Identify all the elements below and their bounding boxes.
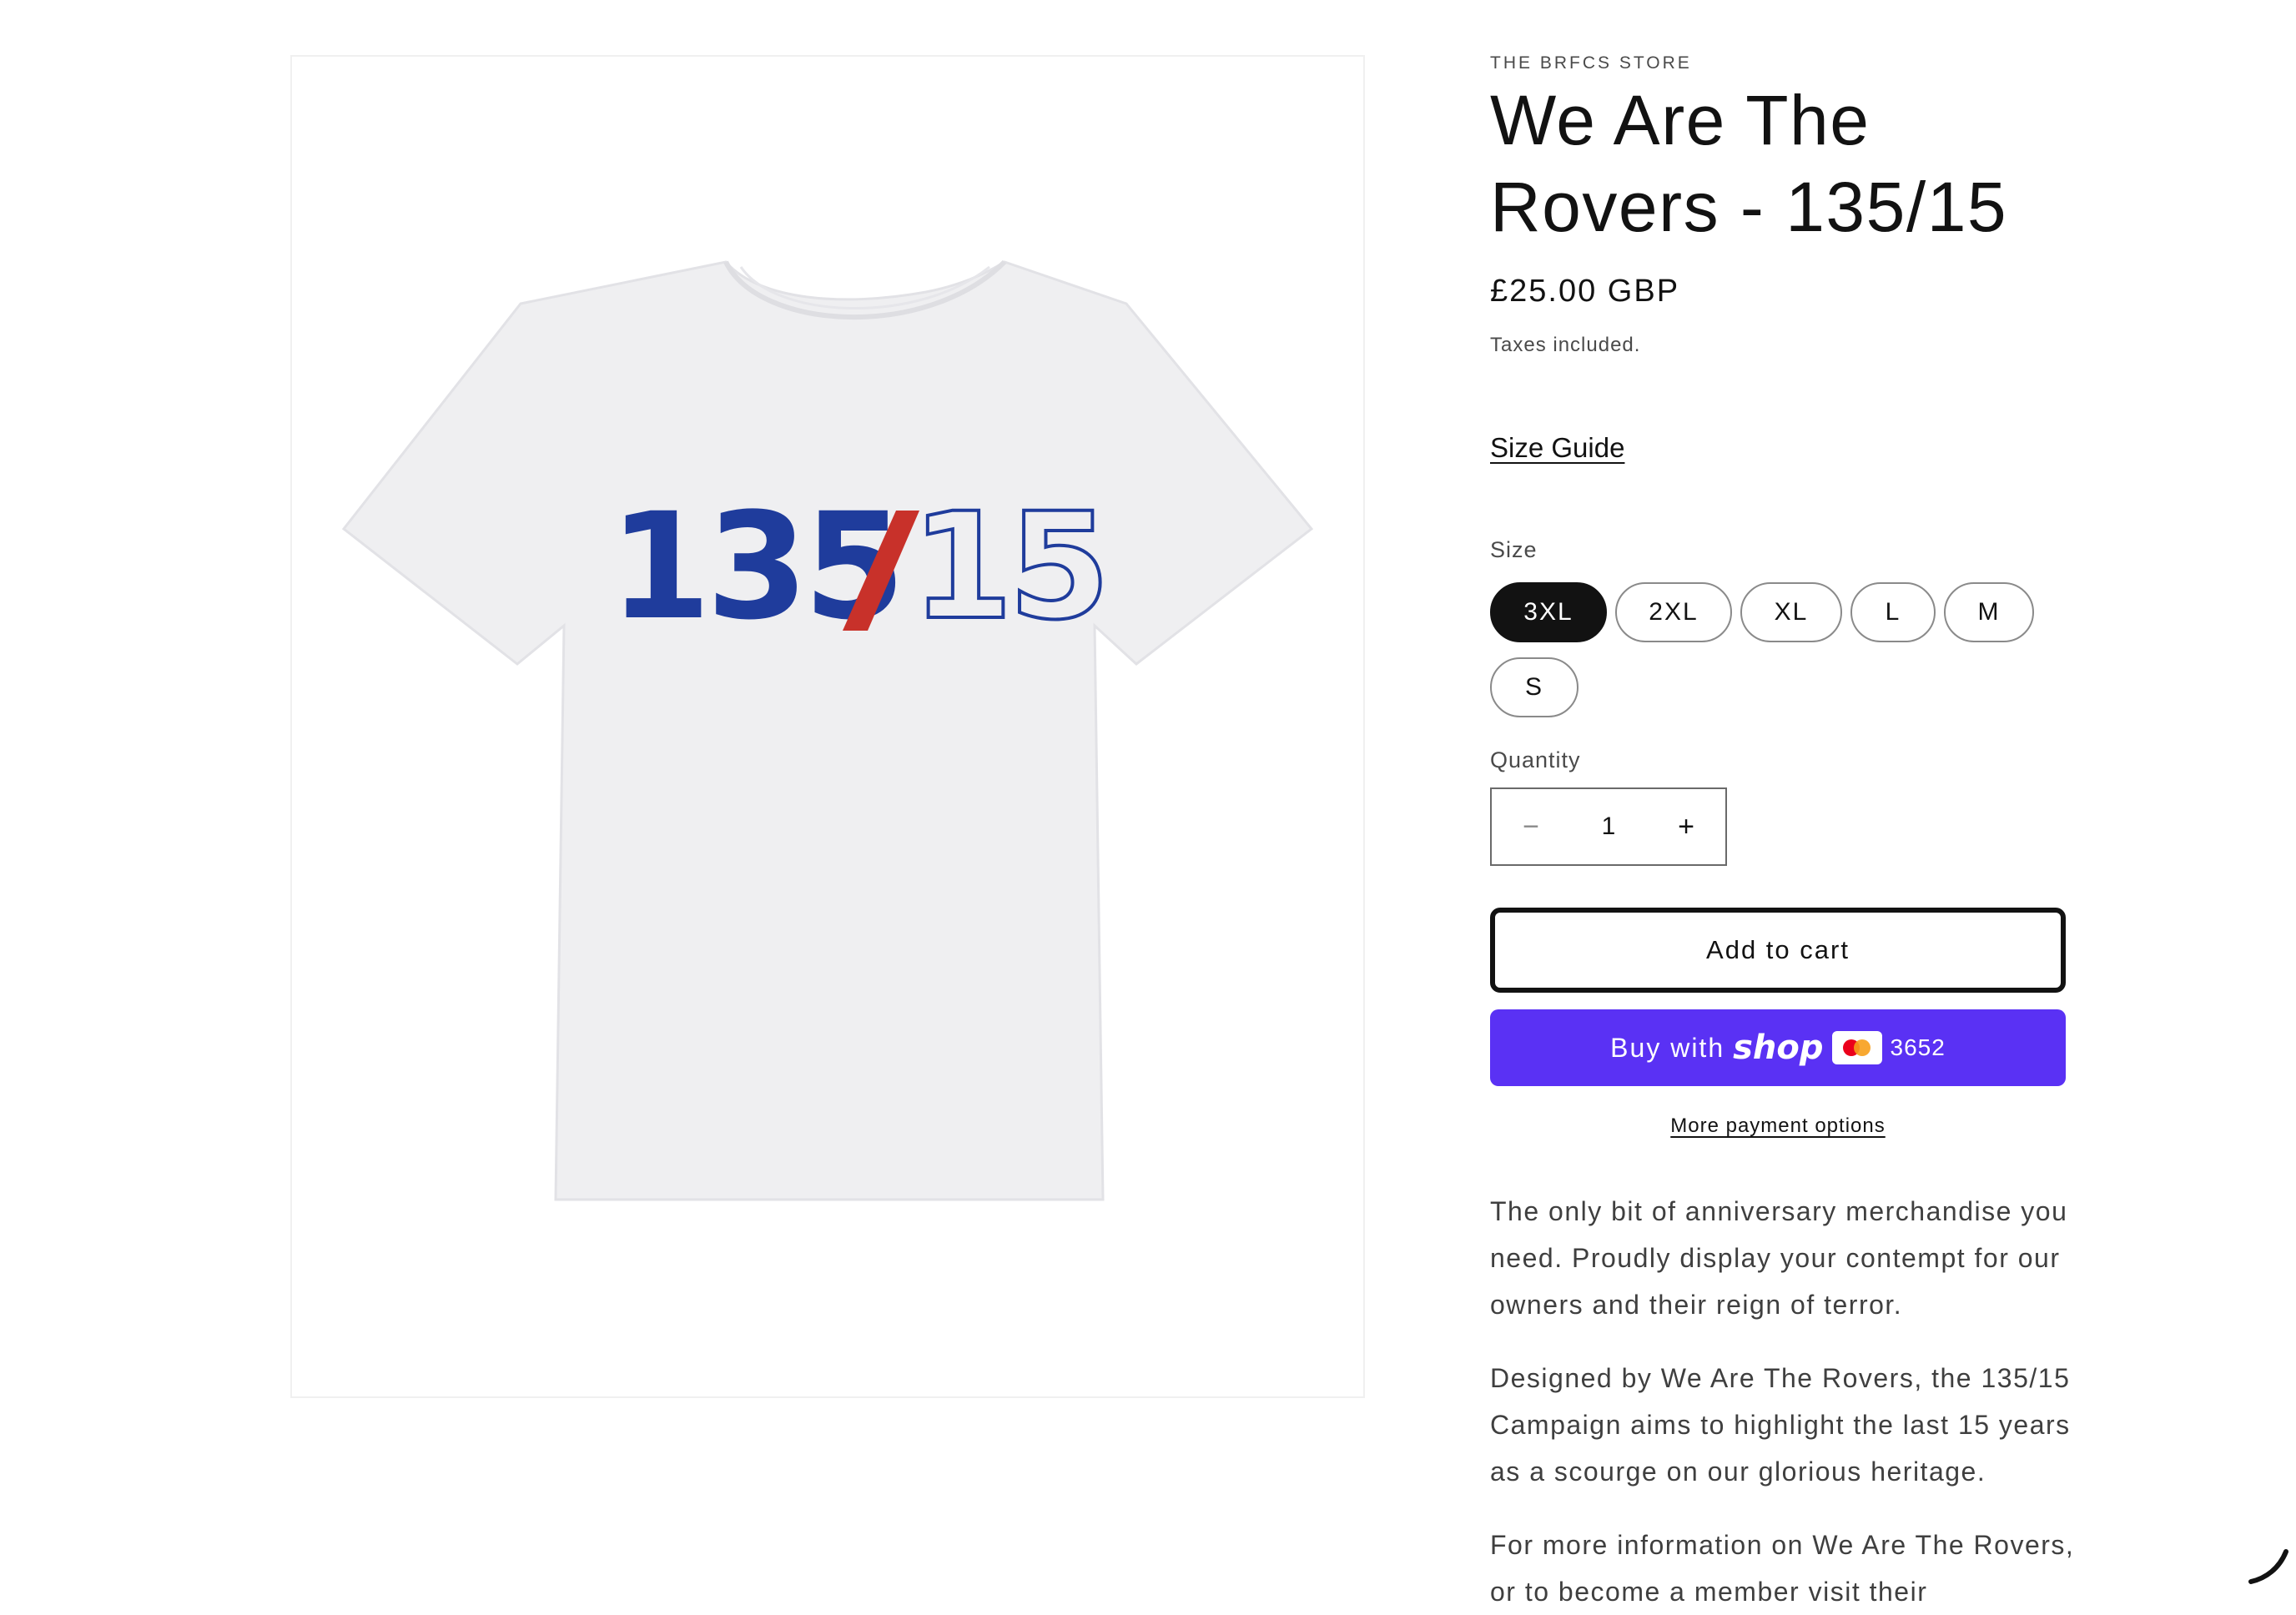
size-option-m[interactable]: M (1944, 582, 2034, 642)
vendor-name: THE BRFCS STORE (1490, 53, 1692, 73)
quantity-label: Quantity (1490, 747, 1581, 772)
size-option-xl[interactable]: XL (1740, 582, 1842, 642)
shop-pay-logo: shop (1733, 1029, 1824, 1067)
card-last4: 3652 (1890, 1034, 1946, 1060)
size-label: Size (1490, 537, 1538, 562)
buy-with-label: Buy with (1610, 1032, 1725, 1063)
quantity-stepper: − 1 + (1490, 787, 1727, 866)
size-option-2xl[interactable]: 2XL (1615, 582, 1732, 642)
description-paragraph: Designed by We Are The Rovers, the 135/1… (1490, 1363, 2071, 1487)
loading-spinner-icon (2248, 1549, 2288, 1584)
size-option-3xl[interactable]: 3XL (1490, 582, 1607, 642)
description-paragraph: For more information on We Are The Rover… (1490, 1530, 2075, 1607)
tshirt-body (341, 260, 1314, 1201)
product-price: £25.00 GBP (1490, 274, 1680, 309)
quantity-input[interactable]: 1 (1570, 813, 1647, 841)
size-option-s[interactable]: S (1490, 657, 1578, 717)
print-number-15: 15 (911, 481, 1105, 652)
product-image-tshirt: 135 15 (341, 259, 1314, 1201)
quantity-decrease-button[interactable]: − (1492, 789, 1570, 864)
add-to-cart-button[interactable]: Add to cart (1490, 908, 2066, 993)
product-media[interactable]: 135 15 (290, 55, 1365, 1398)
size-option-l[interactable]: L (1850, 582, 1936, 642)
description-paragraph: The only bit of anniversary merchandise … (1490, 1196, 2068, 1320)
quantity-increase-button[interactable]: + (1647, 789, 1725, 864)
size-guide-link[interactable]: Size Guide (1490, 432, 1624, 464)
tax-note: Taxes included. (1490, 334, 1641, 356)
product-title: We Are The Rovers - 135/15 (1490, 81, 2008, 246)
buy-with-shop-pay-button[interactable]: Buy with shop 3652 (1490, 1009, 2066, 1086)
card-icon (1831, 1031, 1882, 1064)
more-payment-options-link[interactable]: More payment options (1490, 1114, 2066, 1138)
